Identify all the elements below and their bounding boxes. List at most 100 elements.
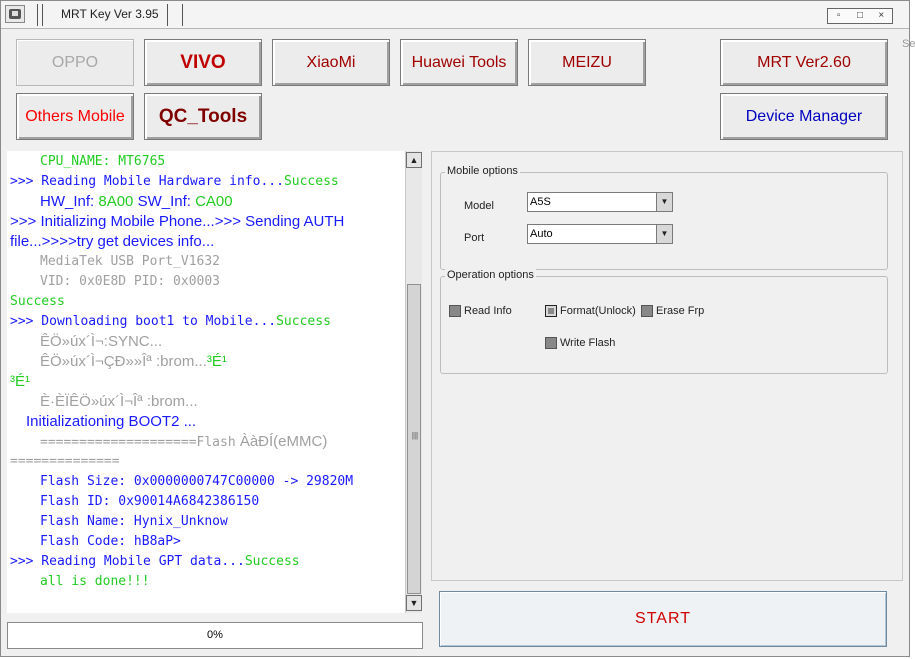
erase-frp-label: Erase Frp: [656, 305, 705, 317]
log-line: >>> Reading Mobile GPT data...Success: [10, 552, 300, 572]
minimize-button[interactable]: ▫: [828, 9, 849, 23]
qc-tools-button[interactable]: QC_Tools: [144, 93, 262, 140]
log-segment: Success: [276, 314, 331, 329]
log-line: Flash Size: 0x0000000747C00000 -> 29820M: [40, 472, 353, 492]
log-line: È·ÈÏÊÖ»úx´Ì¬Îª :brom...: [40, 392, 198, 412]
chevron-down-icon[interactable]: ▼: [656, 225, 672, 243]
log-segment: Success: [283, 174, 339, 189]
model-label: Model: [464, 200, 494, 212]
log-segment: 8A00: [98, 193, 134, 210]
checkbox-icon: [545, 337, 557, 349]
log-segment: ====================Flash: [40, 435, 236, 450]
log-line: all is done!!!: [40, 572, 150, 592]
log-line: >>> Initializing Mobile Phone...>>> Send…: [10, 212, 344, 232]
log-line: Initializationing BOOT2 ...: [26, 412, 196, 432]
close-button[interactable]: ×: [871, 9, 892, 23]
log-line: >>> Downloading boot1 to Mobile...Succes…: [10, 312, 331, 332]
xiaomi-button[interactable]: XiaoMi: [272, 39, 390, 86]
log-segment: all is done!!!: [40, 574, 150, 589]
log-segment: ³É¹: [10, 373, 30, 390]
log-segment: MediaTek USB Port_V1632: [40, 254, 221, 269]
erase-frp-checkbox[interactable]: Erase Frp: [641, 305, 704, 317]
log-segment: Flash Size: 0x0000000747C00000 -> 29820M: [40, 474, 354, 489]
app-icon[interactable]: [5, 5, 25, 23]
write-flash-checkbox[interactable]: Write Flash: [545, 337, 615, 349]
read-info-label: Read Info: [464, 305, 512, 317]
scroll-thumb[interactable]: |||: [407, 284, 421, 594]
log-line: Flash ID: 0x90014A6842386150: [40, 492, 259, 512]
log-segment: HW_Inf:: [40, 193, 99, 210]
vivo-button[interactable]: VIVO: [144, 39, 262, 86]
title-separator: [37, 4, 43, 26]
meizu-button[interactable]: MEIZU: [528, 39, 646, 86]
log-line: HW_Inf: 8A00 SW_Inf: CA00: [40, 192, 233, 212]
chevron-down-icon[interactable]: ▼: [656, 193, 672, 211]
log-segment: Flash Code: hB8aP>: [40, 534, 181, 549]
log-segment: Flash ID: 0x90014A6842386150: [40, 494, 260, 509]
log-line: ==============: [10, 452, 120, 472]
main-window: MRT Key Ver 3.95 ▫ □ × OPPO VIVO XiaoMi …: [0, 0, 910, 657]
checkbox-icon: [641, 305, 653, 317]
model-value: A5S: [530, 196, 551, 208]
format-unlock-checkbox[interactable]: Format(Unlock): [545, 305, 636, 317]
log-line: file...>>>>try get devices info...: [10, 232, 214, 252]
log-line: ====================Flash ÀàÐÍ(eMMC): [40, 432, 327, 453]
operation-options-label: Operation options: [445, 269, 536, 281]
read-info-checkbox[interactable]: Read Info: [449, 305, 512, 317]
log-line: CPU_NAME: MT6765: [40, 152, 165, 172]
checkbox-icon: [449, 305, 461, 317]
log-segment: VID: 0x0E8D PID: 0x0003: [40, 274, 221, 289]
progress-text: 0%: [207, 629, 223, 641]
log-output[interactable]: CPU_NAME: MT6765 >>> Reading Mobile Hardw…: [7, 151, 407, 613]
log-segment: ÊÖ»úx´Ì¬ÇÐ»»Îª :brom...: [40, 353, 207, 370]
options-panel: Mobile options Model A5S ▼ Port Auto ▼ O…: [431, 151, 903, 581]
log-line: ÊÖ»úx´Ì¬ÇÐ»»Îª :brom...³É¹: [40, 352, 227, 372]
log-segment: ==============: [10, 454, 120, 469]
title-bar[interactable]: MRT Key Ver 3.95 ▫ □ ×: [1, 1, 909, 29]
start-button[interactable]: START: [439, 591, 887, 647]
log-line: MediaTek USB Port_V1632: [40, 252, 220, 272]
log-segment: file...>>>>try get devices info...: [10, 233, 215, 250]
log-segment: >>> Initializing Mobile Phone...>>> Send…: [10, 213, 345, 230]
log-segment: Success: [244, 554, 300, 569]
others-mobile-button[interactable]: Others Mobile: [16, 93, 134, 140]
scroll-up-arrow-icon[interactable]: ▲: [406, 152, 422, 168]
port-select[interactable]: Auto ▼: [527, 224, 673, 244]
log-line: ³É¹: [10, 372, 30, 392]
log-segment: Flash Name: Hynix_Unknow: [40, 514, 228, 529]
window-title: MRT Key Ver 3.95: [61, 7, 159, 21]
window-controls: ▫ □ ×: [827, 8, 893, 24]
log-line: >>> Reading Mobile Hardware info...Succe…: [10, 172, 339, 192]
oppo-button[interactable]: OPPO: [16, 39, 134, 86]
port-value: Auto: [530, 228, 553, 240]
huawei-tools-button[interactable]: Huawei Tools: [400, 39, 518, 86]
log-scrollbar[interactable]: ▲ ||| ▼: [405, 151, 422, 613]
log-segment: >>> Downloading boot1 to Mobile...: [10, 314, 277, 329]
checkbox-icon: [545, 305, 557, 317]
write-flash-label: Write Flash: [560, 337, 616, 349]
log-segment: Initializationing BOOT2 ...: [26, 413, 197, 430]
maximize-button[interactable]: □: [849, 9, 870, 23]
format-unlock-label: Format(Unlock): [560, 305, 636, 317]
log-segment: >>> Reading Mobile GPT data...: [10, 554, 245, 569]
mrt-version-button[interactable]: MRT Ver2.60: [720, 39, 888, 86]
log-line: Flash Name: Hynix_Unknow: [40, 512, 228, 532]
port-label: Port: [464, 232, 485, 244]
log-segment: CPU_NAME: MT6765: [40, 154, 166, 169]
progress-bar: 0%: [7, 622, 423, 649]
log-line: Success: [10, 292, 65, 312]
scroll-down-arrow-icon[interactable]: ▼: [406, 595, 422, 611]
model-select[interactable]: A5S ▼: [527, 192, 673, 212]
log-segment: ÊÖ»úx´Ì¬:SYNC...: [40, 333, 163, 350]
log-line: VID: 0x0E8D PID: 0x0003: [40, 272, 220, 292]
title-separator: [167, 4, 183, 26]
log-segment: ³É¹: [206, 353, 227, 370]
log-segment: Success: [10, 294, 65, 309]
device-manager-button[interactable]: Device Manager: [720, 93, 888, 140]
background-text: Set: [902, 38, 915, 50]
log-segment: >>> Reading Mobile Hardware info...: [10, 174, 284, 189]
log-line: ÊÖ»úx´Ì¬:SYNC...: [40, 332, 162, 352]
mobile-options-group: Mobile options Model A5S ▼ Port Auto ▼: [440, 165, 888, 270]
operation-options-group: Operation options Read Info Format(Unloc…: [440, 269, 888, 374]
log-segment: SW_Inf:: [133, 193, 196, 210]
